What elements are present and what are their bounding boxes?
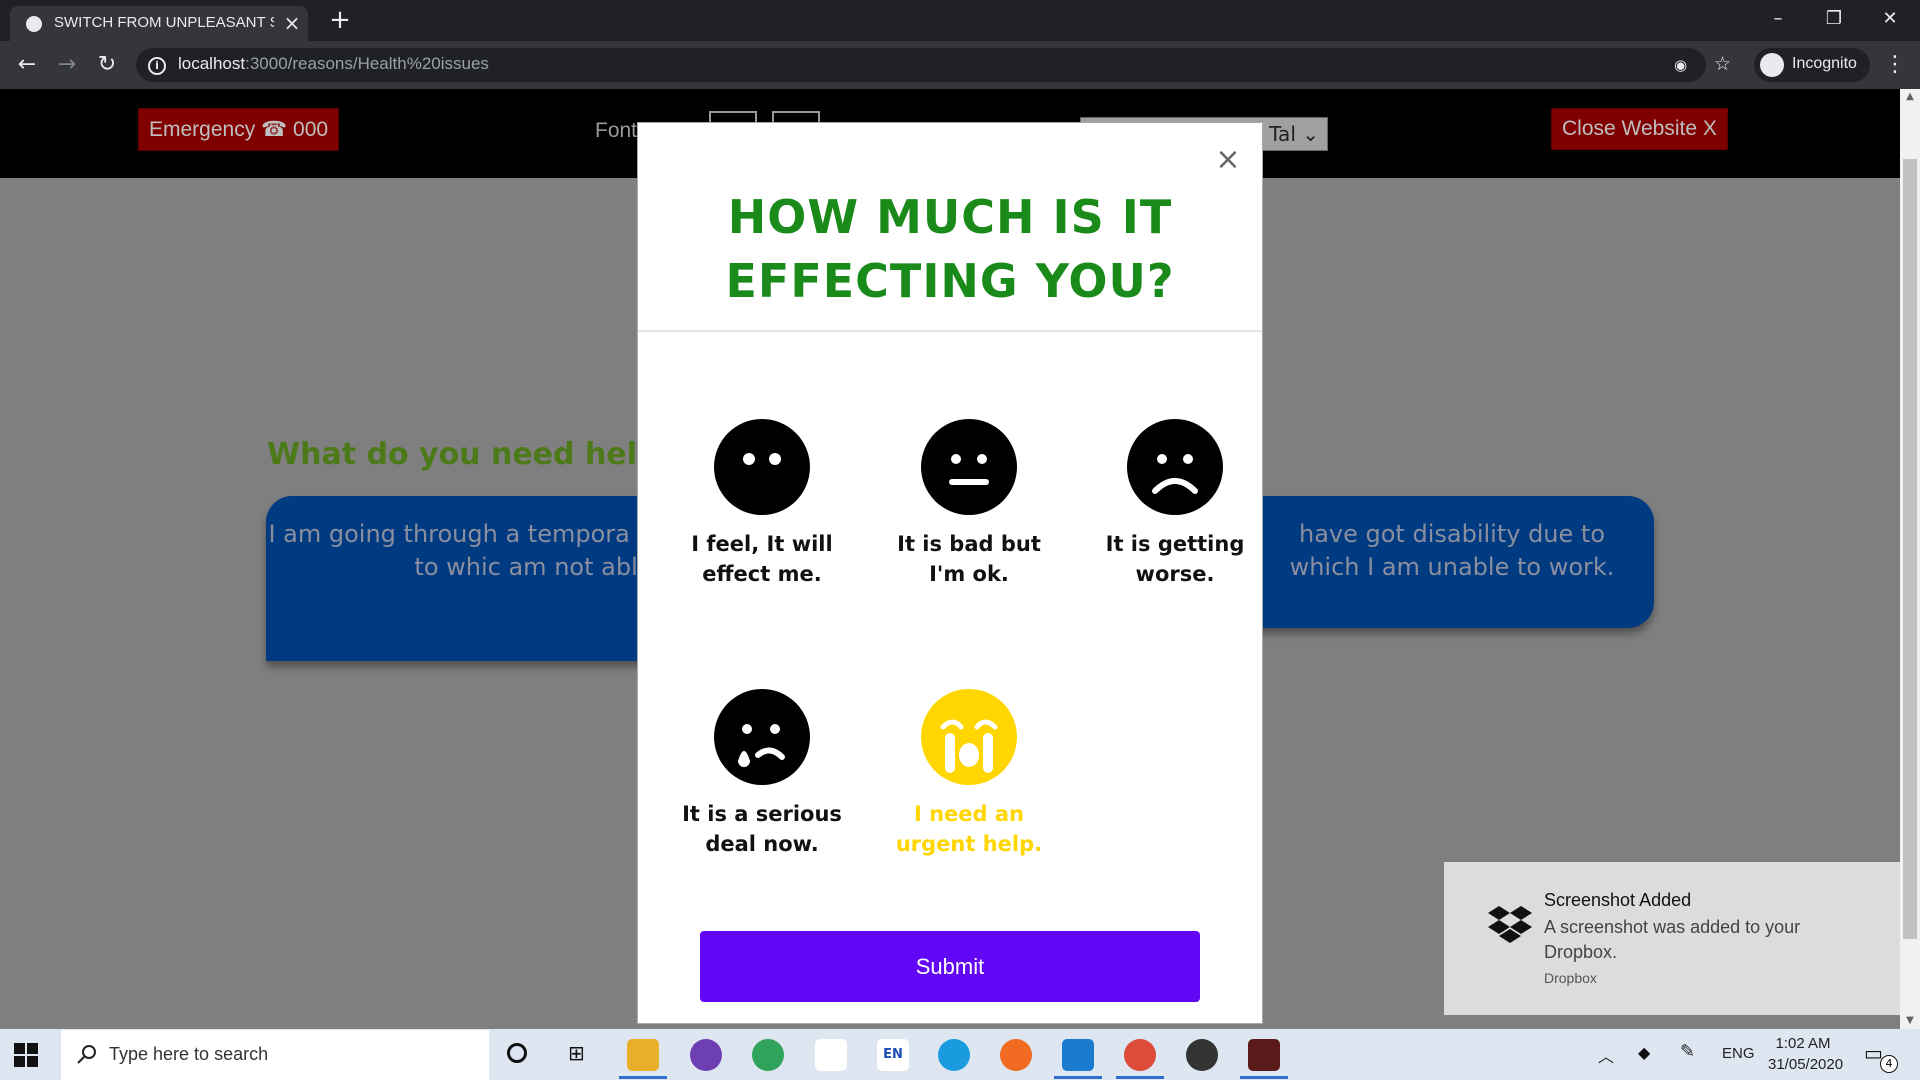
url-path: :3000/reasons/Health%20issues: [245, 54, 489, 73]
submit-button[interactable]: Submit: [700, 931, 1200, 1002]
scroll-thumb[interactable]: [1903, 159, 1917, 939]
notification-body: A screenshot was added to your Dropbox.: [1544, 917, 1801, 962]
blocked-cookie-icon[interactable]: ◉: [1674, 56, 1692, 74]
cortana-icon[interactable]: [507, 1043, 527, 1063]
modal-title-line2: EFFECTING YOU?: [725, 254, 1175, 308]
language-keyboard-icon[interactable]: EN: [877, 1039, 909, 1071]
severity-option-5[interactable]: I need an urgent help.: [866, 689, 1072, 859]
atom-icon[interactable]: [752, 1039, 784, 1071]
sad-tear-face-icon: [714, 689, 810, 785]
modal-divider: [638, 330, 1262, 332]
star-icon[interactable]: ☆: [1714, 53, 1734, 75]
vscode-icon[interactable]: [1062, 1039, 1094, 1071]
tray-clock[interactable]: 1:02 AM 31/05/2020: [1768, 1033, 1844, 1075]
notification-source: Dropbox: [1544, 970, 1597, 986]
scroll-down-icon[interactable]: ▼: [1900, 1013, 1920, 1029]
task-view-icon[interactable]: ⊞: [568, 1041, 592, 1065]
minimize-button[interactable]: –: [1750, 0, 1806, 38]
neutral-face-icon: [714, 419, 810, 515]
notification-count-badge: 4: [1880, 1055, 1898, 1073]
reload-icon[interactable]: ↻: [93, 51, 121, 79]
chrome-icon[interactable]: [1124, 1039, 1156, 1071]
info-icon[interactable]: i: [148, 57, 166, 75]
tab-close-icon[interactable]: ×: [282, 11, 302, 35]
media-player-icon[interactable]: [1248, 1039, 1280, 1071]
reason-card-text: have got disability due to which I am un…: [1289, 520, 1615, 581]
severity-option-label: It is a serious deal now.: [682, 802, 842, 856]
active-indicator: [619, 1076, 667, 1079]
address-bar[interactable]: i localhost:3000/reasons/Health%20issues…: [136, 48, 1731, 82]
severity-option-3[interactable]: It is getting worse.: [1072, 419, 1278, 589]
chevron-up-icon[interactable]: ︿: [1598, 1043, 1614, 1067]
file-explorer-icon[interactable]: [627, 1039, 659, 1071]
dropbox-notification[interactable]: Screenshot Added A screenshot was added …: [1444, 862, 1900, 1015]
url-host: localhost: [178, 54, 246, 73]
windows-start-icon[interactable]: [14, 1043, 38, 1067]
close-website-button[interactable]: Close Website X: [1551, 108, 1728, 150]
menu-dots-icon[interactable]: ⋮: [1884, 51, 1906, 79]
severity-modal: × HOW MUCH IS IT EFFECTING YOU? I feel, …: [637, 122, 1263, 1024]
severity-option-1[interactable]: I feel, It will effect me.: [659, 419, 865, 589]
url-text: localhost:3000/reasons/Health%20issues: [178, 54, 489, 74]
font-label: Font: [595, 119, 638, 142]
severity-option-label: It is bad but I'm ok.: [897, 532, 1041, 586]
edge-icon[interactable]: [938, 1039, 970, 1071]
globe-icon: [26, 16, 42, 32]
tab-title: SWITCH FROM UNPLEASANT SC: [54, 14, 274, 31]
taskbar: Type here to search ⊞ EN ︿ ◆ ✎ ENG 1:02 …: [0, 1029, 1920, 1080]
severity-option-label: It is getting worse.: [1105, 532, 1245, 586]
search-icon: [77, 1045, 96, 1064]
tray-language[interactable]: ENG: [1722, 1045, 1755, 1062]
obs-icon[interactable]: [1186, 1039, 1218, 1071]
dropbox-taskbar-icon[interactable]: [815, 1039, 847, 1071]
modal-title: HOW MUCH IS IT EFFECTING YOU?: [638, 185, 1262, 313]
browser-tab-bar: SWITCH FROM UNPLEASANT SC × + – ❐ ✕: [0, 0, 1920, 41]
clock-date: 31/05/2020: [1768, 1056, 1844, 1073]
dropbox-icon: [1488, 906, 1532, 943]
severity-option-label: I need an urgent help.: [895, 802, 1043, 856]
search-placeholder: Type here to search: [109, 1044, 269, 1064]
modal-title-line1: HOW MUCH IS IT: [727, 190, 1173, 244]
crying-face-icon: [921, 689, 1017, 785]
severity-option-label: I feel, It will effect me.: [691, 532, 833, 586]
forward-arrow-icon[interactable]: →: [53, 51, 81, 79]
browser-tab[interactable]: SWITCH FROM UNPLEASANT SC ×: [10, 6, 308, 41]
incognito-icon: [1760, 53, 1784, 77]
incognito-label: Incognito: [1792, 55, 1857, 72]
severity-option-4[interactable]: It is a serious deal now.: [659, 689, 865, 859]
clock-time: 1:02 AM: [1775, 1035, 1831, 1052]
browser-toolbar: ← → ↻ i localhost:3000/reasons/Health%20…: [0, 41, 1920, 89]
expressionless-face-icon: [921, 419, 1017, 515]
pen-icon[interactable]: ✎: [1680, 1041, 1695, 1062]
dropbox-tray-icon[interactable]: ◆: [1638, 1043, 1658, 1063]
active-indicator: [1054, 1076, 1102, 1079]
back-arrow-icon[interactable]: ←: [13, 51, 41, 79]
incognito-indicator[interactable]: Incognito: [1754, 48, 1870, 82]
help-heading: What do you need help: [267, 437, 659, 472]
scroll-up-icon[interactable]: ▲: [1900, 89, 1920, 105]
page-scrollbar[interactable]: ▲ ▼: [1900, 89, 1920, 1029]
active-indicator: [1116, 1076, 1164, 1079]
github-icon[interactable]: [690, 1039, 722, 1071]
new-tab-button[interactable]: +: [326, 6, 354, 34]
postman-icon[interactable]: [1000, 1039, 1032, 1071]
active-indicator: [1240, 1076, 1288, 1079]
emergency-button[interactable]: Emergency ☎ 000: [138, 108, 340, 151]
severity-option-2[interactable]: It is bad but I'm ok.: [866, 419, 1072, 589]
taskbar-search[interactable]: Type here to search: [61, 1030, 489, 1080]
frowning-face-icon: [1127, 419, 1223, 515]
restore-button[interactable]: ❐: [1806, 0, 1862, 38]
modal-close-icon[interactable]: ×: [1213, 145, 1243, 175]
close-window-button[interactable]: ✕: [1862, 0, 1918, 38]
notification-title: Screenshot Added: [1544, 890, 1692, 910]
